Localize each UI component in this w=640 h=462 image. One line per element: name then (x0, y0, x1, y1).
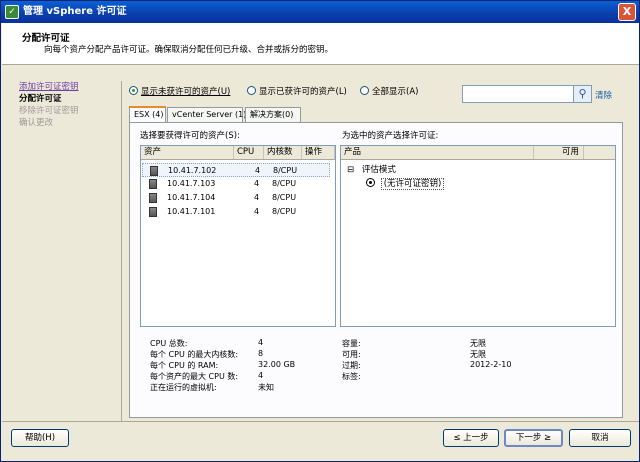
license-detail-label: 容量: (342, 339, 361, 348)
detail-label: 每个资产的最大 CPU 数: (150, 372, 239, 381)
col-action[interactable]: 操作 (302, 146, 335, 159)
asset-cores: 8/CPU (272, 193, 297, 202)
col-available[interactable]: 可用 (534, 146, 584, 159)
radio-show-licensed[interactable]: 显示已获许可的资产(L) (247, 85, 347, 97)
tree-group-label: 评估模式 (361, 165, 396, 175)
tab-vcenter-server[interactable]: vCenter Server (1) (167, 107, 246, 122)
asset-name: 10.41.7.101 (167, 207, 216, 216)
table-row[interactable]: 10.41.7.103 4 8/CPU (142, 177, 330, 191)
steps-divider (121, 81, 122, 421)
tab-esx[interactable]: ESX (4) (129, 106, 166, 123)
license-detail-label: 标签: (342, 372, 361, 381)
license-list-label: 为选中的资产选择许可证: (342, 131, 439, 141)
radio-icon[interactable] (360, 86, 369, 95)
asset-cpu: 4 (254, 193, 260, 202)
radio-selected-icon[interactable] (129, 86, 138, 95)
asset-cpu: 4 (255, 166, 261, 175)
wizard-steps: 添加许可证密钥 分配许可证 移除许可证密钥 确认更改 (9, 81, 119, 129)
app-icon: ✓ (5, 5, 19, 19)
asset-list: 资产 CPU 内核数 操作 10.41.7.102 4 8/CPU 10.41.… (140, 145, 336, 327)
col-asset[interactable]: 资产 (141, 146, 234, 159)
detail-value: 4 (258, 338, 264, 347)
detail-value: 未知 (258, 383, 274, 392)
asset-name: 10.41.7.103 (167, 179, 216, 188)
license-detail-label: 过期: (342, 361, 361, 370)
license-detail-value: 无限 (470, 350, 486, 359)
help-button[interactable]: 帮助(H) (11, 429, 69, 447)
detail-value: 4 (258, 371, 264, 380)
radio-show-all[interactable]: 全部显示(A) (360, 85, 418, 97)
license-detail-value: 无限 (470, 339, 486, 348)
close-button[interactable]: X (618, 3, 636, 21)
asset-list-header: 资产 CPU 内核数 操作 (141, 146, 335, 160)
col-cores[interactable]: 内核数 (264, 146, 302, 159)
asset-cores: 8/CPU (272, 207, 297, 216)
page-title: 分配许可证 (22, 33, 70, 44)
license-list-header: 产品 可用 (341, 146, 615, 160)
tab-solutions[interactable]: 解决方案(0) (245, 107, 301, 122)
radio-show-unlicensed[interactable]: 显示未获许可的资产(U) (129, 85, 230, 97)
window-title: 管理 vSphere 许可证 (23, 6, 127, 17)
asset-cores: 8/CPU (273, 166, 298, 175)
page-subtitle: 向每个资产分配产品许可证。确保取消分配任何已升级、合并或拆分的密钥。 (44, 45, 334, 55)
table-row[interactable]: 10.41.7.101 4 8/CPU (142, 205, 330, 219)
search-icon[interactable]: ⚲ (573, 86, 591, 102)
search-input[interactable]: ⚲ (462, 85, 592, 103)
back-button[interactable]: ≤ 上一步 (443, 429, 499, 447)
asset-cpu: 4 (254, 179, 260, 188)
step-remove-license-key: 移除许可证密钥 (19, 106, 79, 116)
footer-divider (2, 421, 639, 422)
col-cpu[interactable]: CPU (234, 146, 264, 159)
server-icon (149, 179, 157, 189)
table-row[interactable]: 10.41.7.102 4 8/CPU (142, 163, 330, 177)
table-row[interactable]: 10.41.7.104 4 8/CPU (142, 191, 330, 205)
step-assign-license: 分配许可证 (19, 94, 62, 104)
license-detail-value: 2012-2-10 (470, 360, 512, 369)
detail-label: 每个 CPU 的 RAM: (150, 361, 219, 370)
next-button[interactable]: 下一步 ≥ (504, 429, 563, 447)
asset-cpu: 4 (254, 207, 260, 216)
title-bar: ✓ 管理 vSphere 许可证 X (1, 1, 639, 23)
detail-label: CPU 总数: (150, 339, 188, 348)
server-icon (149, 193, 157, 203)
step-confirm-changes: 确认更改 (19, 118, 54, 128)
step-add-license-key[interactable]: 添加许可证密钥 (9, 81, 119, 93)
tree-group[interactable]: ⊟ 评估模式 (347, 163, 396, 175)
license-list: 产品 可用 ⊟ 评估模式 (无许可证密钥) (340, 145, 616, 327)
no-license-key-option: (无许可证密钥) (380, 178, 445, 190)
detail-label: 正在运行的虚拟机: (150, 383, 217, 392)
tree-item[interactable]: (无许可证密钥) (366, 177, 445, 190)
col-product[interactable]: 产品 (341, 146, 534, 159)
asset-cores: 8/CPU (272, 179, 297, 188)
page-header: 分配许可证 向每个资产分配产品许可证。确保取消分配任何已升级、合并或拆分的密钥。 (2, 23, 639, 65)
collapse-icon[interactable]: ⊟ (347, 165, 354, 175)
clear-link[interactable]: 清除 (595, 89, 612, 101)
license-detail-label: 可用: (342, 350, 361, 359)
asset-name: 10.41.7.102 (168, 166, 217, 175)
radio-selected-icon[interactable] (366, 178, 375, 187)
cancel-button[interactable]: 取消 (569, 429, 631, 447)
detail-value: 8 (258, 349, 264, 358)
server-icon (150, 166, 158, 176)
detail-label: 每个 CPU 的最大内核数: (150, 350, 239, 359)
asset-list-label: 选择要获得许可的资产(S): (140, 131, 240, 141)
license-dialog: ✓ 管理 vSphere 许可证 X 分配许可证 向每个资产分配产品许可证。确保… (0, 0, 640, 462)
asset-name: 10.41.7.104 (167, 193, 216, 202)
detail-value: 32.00 GB (258, 360, 296, 369)
radio-icon[interactable] (247, 86, 256, 95)
server-icon (149, 207, 157, 217)
tab-panel: 选择要获得许可的资产(S): 资产 CPU 内核数 操作 10.41.7.102… (129, 122, 623, 418)
